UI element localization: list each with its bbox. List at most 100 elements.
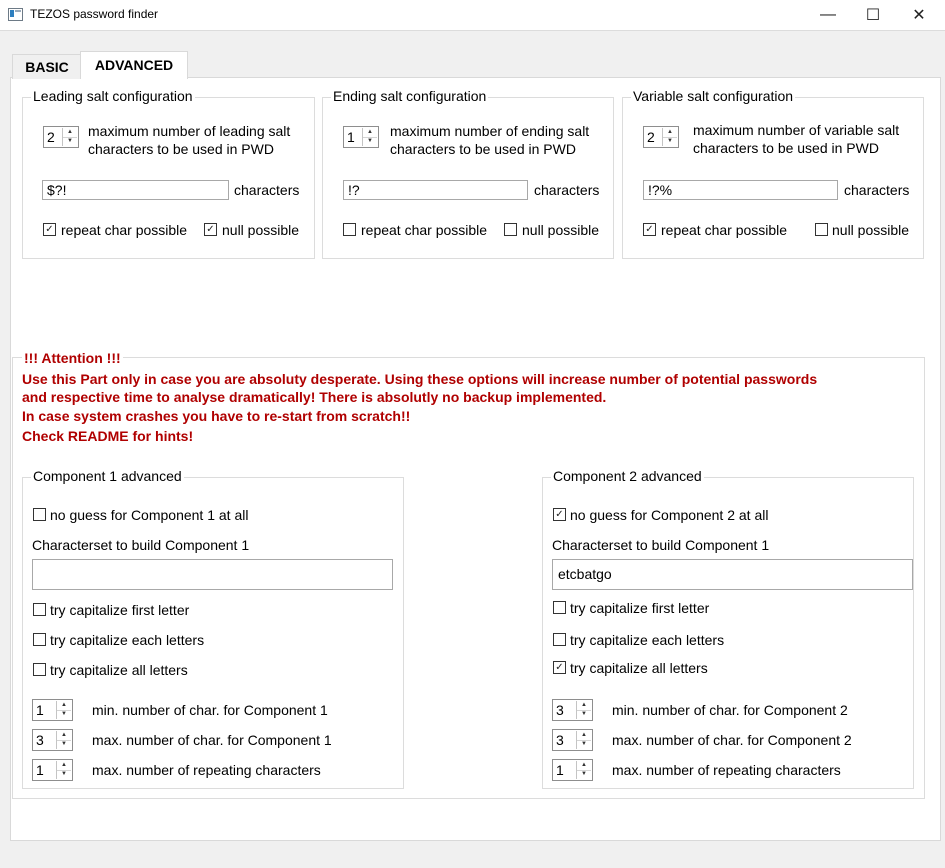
leading-salt-desc-2: characters to be used in PWD [88, 141, 274, 157]
ending-salt-chars-input[interactable]: !? [343, 180, 528, 200]
leading-null-checkbox[interactable]: ✓ [204, 223, 217, 236]
leading-salt-chars-label: characters [234, 182, 300, 198]
comp1-max-label: max. number of char. for Component 1 [92, 732, 332, 748]
comp2-cap-each-checkbox[interactable] [553, 633, 566, 646]
variable-null-label: null possible [832, 222, 910, 238]
ending-null-checkbox[interactable] [504, 223, 517, 236]
leading-salt-title: Leading salt configuration [31, 88, 195, 104]
variable-salt-chars-input[interactable]: !?% [643, 180, 838, 200]
comp2-cap-first-label: try capitalize first letter [570, 600, 710, 616]
spin-down-icon[interactable]: ▼ [577, 740, 591, 749]
spin-value: 1 [347, 129, 355, 145]
comp2-charset-label: Characterset to build Component 1 [552, 537, 770, 553]
variable-salt-spinbox[interactable]: 2 ▲ ▼ [643, 126, 679, 148]
ending-salt-chars-label: characters [534, 182, 600, 198]
window-title: TEZOS password finder [30, 7, 159, 21]
spin-down-icon[interactable]: ▼ [57, 770, 71, 779]
comp2-repeat-spinbox[interactable]: 1 ▲ ▼ [552, 759, 593, 781]
spin-value: 1 [36, 762, 44, 778]
comp2-min-spinbox[interactable]: 3 ▲ ▼ [552, 699, 593, 721]
leading-salt-spinbox[interactable]: 2 ▲ ▼ [43, 126, 79, 148]
comp1-min-label: min. number of char. for Component 1 [92, 702, 328, 718]
variable-salt-desc-2: characters to be used in PWD [693, 140, 879, 156]
comp1-max-spinbox[interactable]: 3 ▲ ▼ [32, 729, 73, 751]
spin-down-icon[interactable]: ▼ [363, 137, 377, 146]
comp1-cap-each-checkbox[interactable] [33, 633, 46, 646]
comp2-cap-all-checkbox[interactable]: ✓ [553, 661, 566, 674]
comp1-repeat-label: max. number of repeating characters [92, 762, 321, 778]
comp1-cap-all-label: try capitalize all letters [50, 662, 188, 678]
comp2-cap-each-label: try capitalize each letters [570, 632, 725, 648]
variable-null-checkbox[interactable] [815, 223, 828, 236]
spin-value: 2 [47, 129, 55, 145]
ending-repeat-checkbox[interactable] [343, 223, 356, 236]
leading-null-label: null possible [222, 222, 300, 238]
attention-title: !!! Attention !!! [22, 350, 123, 366]
ending-salt-title: Ending salt configuration [331, 88, 489, 104]
spin-value: 3 [36, 732, 44, 748]
leading-salt-group: Leading salt configuration 2 ▲ ▼ maximum … [22, 88, 315, 259]
spin-value: 1 [556, 762, 564, 778]
component-1-title: Component 1 advanced [31, 468, 184, 484]
spin-down-icon[interactable]: ▼ [577, 770, 591, 779]
comp1-cap-first-label: try capitalize first letter [50, 602, 190, 618]
leading-salt-chars-input[interactable]: $?! [42, 180, 229, 200]
comp1-cap-each-label: try capitalize each letters [50, 632, 205, 648]
tab-advanced[interactable]: ADVANCED [80, 51, 188, 79]
component-2-title: Component 2 advanced [551, 468, 704, 484]
spin-value: 2 [647, 129, 655, 145]
comp1-charset-input[interactable] [32, 559, 393, 590]
title-bar: TEZOS password finder — ☐ ✕ [0, 0, 945, 31]
comp1-noguess-checkbox[interactable] [33, 508, 46, 521]
spin-down-icon[interactable]: ▼ [63, 137, 77, 146]
comp2-repeat-label: max. number of repeating characters [612, 762, 841, 778]
comp2-max-spinbox[interactable]: 3 ▲ ▼ [552, 729, 593, 751]
ending-repeat-label: repeat char possible [361, 222, 488, 238]
ending-salt-group: Ending salt configuration 1 ▲ ▼ maximum n… [322, 88, 614, 259]
comp2-noguess-label: no guess for Component 2 at all [570, 507, 769, 523]
variable-salt-title: Variable salt configuration [631, 88, 796, 104]
comp1-charset-label: Characterset to build Component 1 [32, 537, 250, 553]
attention-line-3: In case system crashes you have to re-st… [22, 408, 411, 424]
component-2-group: Component 2 advanced ✓ no guess for Comp… [542, 468, 914, 789]
variable-salt-group: Variable salt configuration 2 ▲ ▼ maximum… [622, 88, 924, 259]
spin-down-icon[interactable]: ▼ [57, 740, 71, 749]
spin-down-icon[interactable]: ▼ [57, 710, 71, 719]
attention-line-1: Use this Part only in case you are absol… [22, 371, 818, 387]
spin-down-icon[interactable]: ▼ [663, 137, 677, 146]
variable-salt-desc-1: maximum number of variable salt [693, 122, 900, 138]
variable-salt-chars-label: characters [844, 182, 910, 198]
variable-repeat-label: repeat char possible [661, 222, 788, 238]
comp1-cap-first-checkbox[interactable] [33, 603, 46, 616]
leading-repeat-checkbox[interactable]: ✓ [43, 223, 56, 236]
ending-null-label: null possible [522, 222, 600, 238]
comp2-max-label: max. number of char. for Component 2 [612, 732, 852, 748]
spin-value: 3 [556, 702, 564, 718]
spin-value: 3 [556, 732, 564, 748]
variable-repeat-checkbox[interactable]: ✓ [643, 223, 656, 236]
component-1-group: Component 1 advanced no guess for Compon… [22, 468, 404, 789]
comp1-repeat-spinbox[interactable]: 1 ▲ ▼ [32, 759, 73, 781]
comp2-cap-all-label: try capitalize all letters [570, 660, 708, 676]
comp2-noguess-checkbox[interactable]: ✓ [553, 508, 566, 521]
maximize-button[interactable]: ☐ [850, 0, 896, 30]
attention-line-2: and respective time to analyse dramatica… [22, 389, 607, 405]
comp1-cap-all-checkbox[interactable] [33, 663, 46, 676]
spin-value: 1 [36, 702, 44, 718]
ending-salt-desc-2: characters to be used in PWD [390, 141, 576, 157]
close-button[interactable]: ✕ [896, 0, 942, 30]
comp2-min-label: min. number of char. for Component 2 [612, 702, 848, 718]
comp1-noguess-label: no guess for Component 1 at all [50, 507, 249, 523]
minimize-button[interactable]: — [805, 0, 851, 30]
ending-salt-spinbox[interactable]: 1 ▲ ▼ [343, 126, 379, 148]
tab-basic[interactable]: BASIC [12, 54, 82, 79]
ending-salt-desc-1: maximum number of ending salt [390, 123, 590, 139]
leading-repeat-label: repeat char possible [61, 222, 188, 238]
app-icon [8, 8, 23, 21]
leading-salt-desc-1: maximum number of leading salt [88, 123, 291, 139]
comp1-min-spinbox[interactable]: 1 ▲ ▼ [32, 699, 73, 721]
attention-line-4: Check README for hints! [22, 428, 194, 444]
comp2-charset-input[interactable]: etcbatgo [552, 559, 913, 590]
spin-down-icon[interactable]: ▼ [577, 710, 591, 719]
comp2-cap-first-checkbox[interactable] [553, 601, 566, 614]
